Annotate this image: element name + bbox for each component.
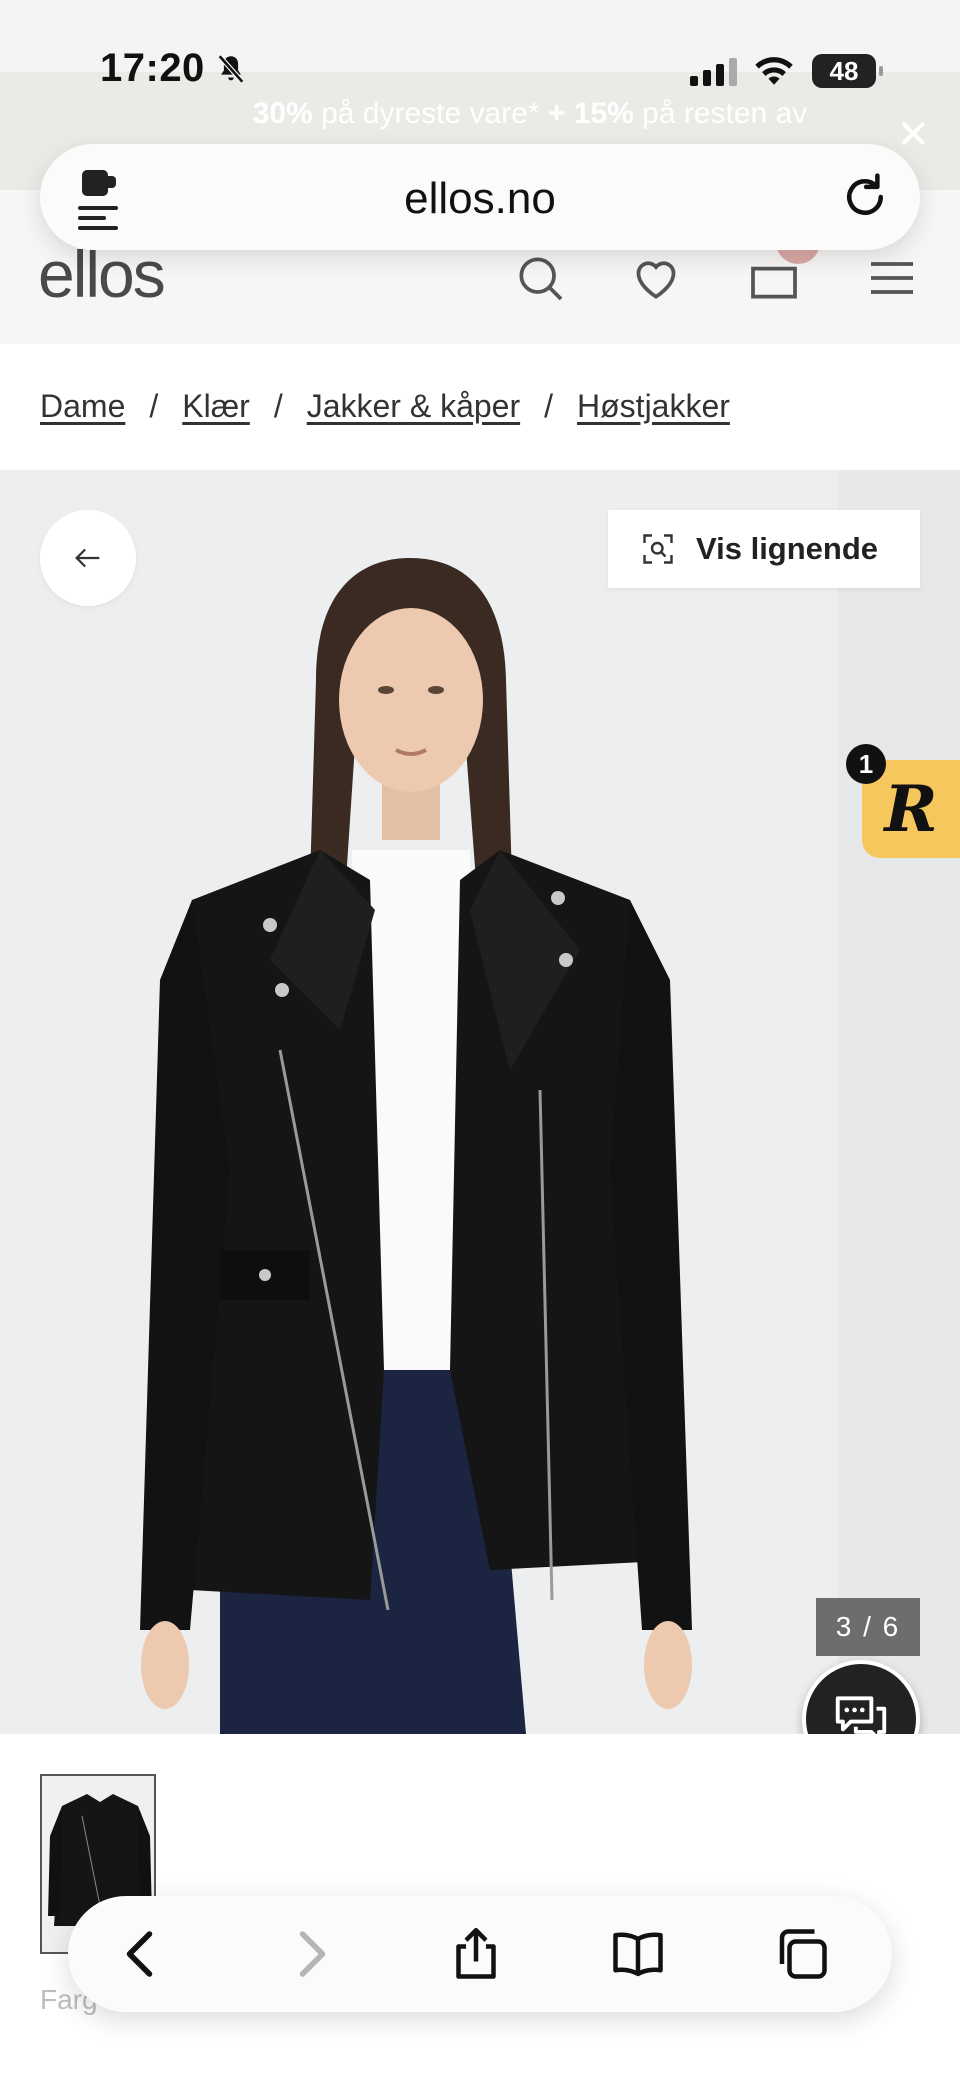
page: 17:20 48 30% på dyreste vare* + 15% på r…	[0, 0, 960, 2081]
back-button[interactable]	[40, 510, 136, 606]
url-text[interactable]: ellos.no	[40, 174, 920, 224]
show-similar-button[interactable]: Vis lignende	[608, 510, 920, 588]
promo-close-icon[interactable]: ✕	[896, 112, 930, 158]
promo-text: 30% på dyreste vare* + 15% på resten av	[210, 94, 850, 134]
breadcrumb-klaer[interactable]: Klær	[182, 388, 250, 425]
chat-icon	[835, 1696, 887, 1734]
bell-muted-icon	[217, 54, 245, 84]
browser-toolbar	[68, 1896, 892, 2012]
wifi-icon	[755, 57, 793, 85]
breadcrumb-dame[interactable]: Dame	[40, 388, 125, 425]
back-icon[interactable]	[112, 1924, 172, 1984]
heart-icon[interactable]	[628, 250, 684, 306]
cart-icon[interactable]	[746, 250, 802, 306]
address-bar[interactable]: ellos.no	[40, 144, 920, 250]
forward-icon[interactable]	[280, 1924, 340, 1984]
promo-bold-1: 30%	[252, 97, 313, 130]
image-counter: 3 / 6	[816, 1598, 920, 1656]
reload-icon[interactable]	[838, 170, 892, 224]
search-icon[interactable]	[512, 250, 568, 306]
breadcrumb-jakker-kaper[interactable]: Jakker & kåper	[307, 388, 520, 425]
breadcrumb: Dame / Klær / Jakker & kåper / Høstjakke…	[40, 388, 730, 425]
product-image-gallery[interactable]: Vis lignende 1 R 3 / 6	[0, 470, 960, 1734]
breadcrumb-hostjakker[interactable]: Høstjakker	[577, 388, 730, 425]
breadcrumb-separator: /	[149, 388, 159, 424]
product-photo	[140, 558, 692, 1734]
bookmarks-icon[interactable]	[608, 1924, 668, 1984]
status-bar: 17:20 48	[0, 0, 960, 90]
breadcrumb-separator: /	[544, 388, 554, 424]
show-similar-label: Vis lignende	[696, 531, 879, 566]
promo-text-1: på dyreste vare*	[312, 97, 548, 130]
battery-indicator: 48	[812, 54, 883, 88]
next-image-peek	[838, 470, 960, 1734]
promo-bold-2: + 15%	[547, 97, 634, 130]
signal-icon	[690, 56, 737, 86]
r-notification-badge: 1	[846, 744, 886, 784]
tabs-icon[interactable]	[772, 1924, 832, 1984]
arrow-left-icon	[75, 548, 100, 568]
promo-text-2: på resten av	[633, 97, 808, 130]
visual-search-icon	[643, 534, 673, 564]
status-time: 17:20	[100, 46, 205, 90]
menu-icon[interactable]	[864, 250, 920, 306]
share-icon[interactable]	[446, 1924, 506, 1984]
breadcrumb-separator: /	[273, 388, 283, 424]
